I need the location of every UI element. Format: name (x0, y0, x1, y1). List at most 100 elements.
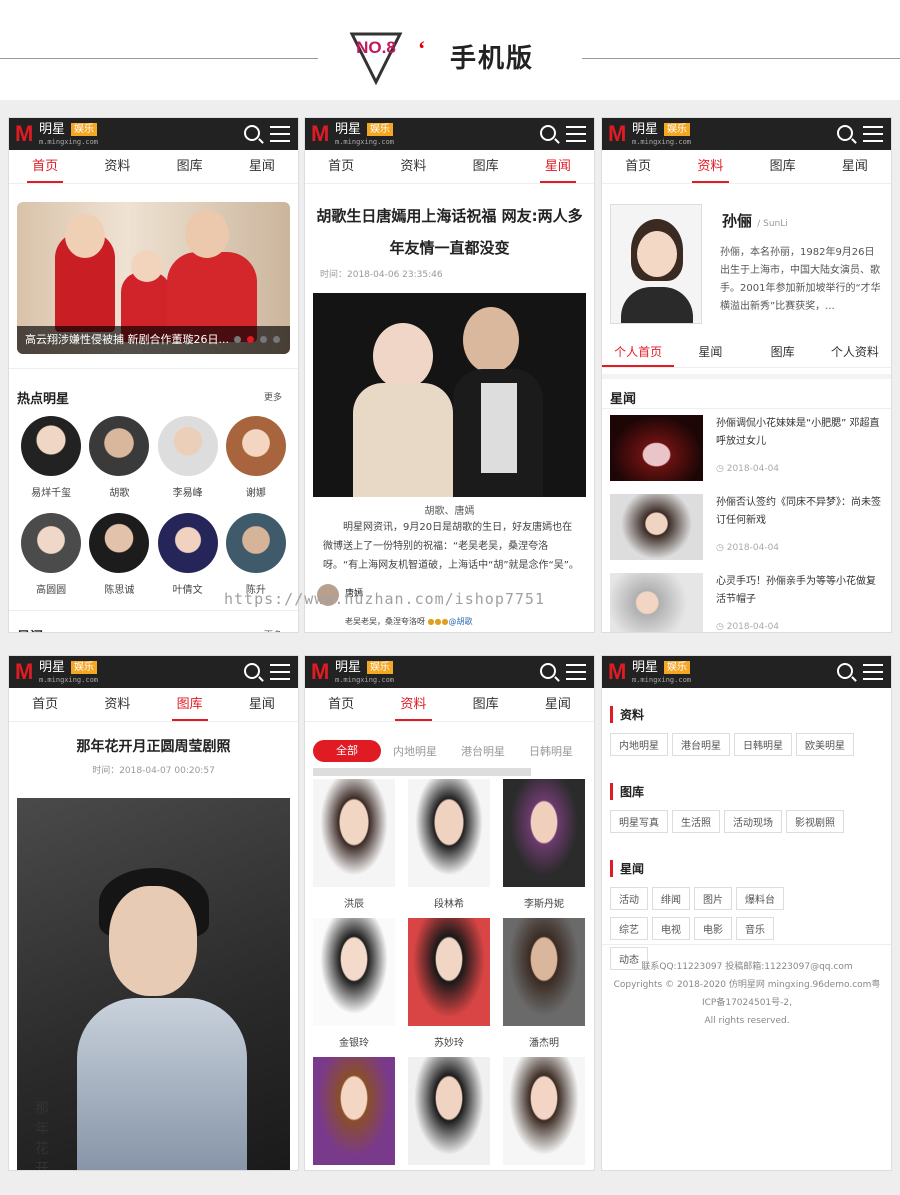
star-tile[interactable]: 金银玲 (313, 918, 395, 1049)
filter-mainland[interactable]: 内地明星 (381, 743, 449, 759)
nav-profile[interactable]: 资料 (81, 688, 153, 721)
news-title[interactable]: 孙俪否认签约《同床不异梦》：尚未签订任何新戏 (716, 494, 882, 530)
menu-icon[interactable] (270, 664, 290, 680)
star-grid: 洪辰 段林希 李斯丹妮 金银玲 苏妙玲 潘杰明 (313, 779, 586, 1170)
menu-tag[interactable]: 内地明星 (610, 733, 668, 756)
nav-profile[interactable]: 资料 (377, 150, 449, 183)
menu-tag[interactable]: 欧美明星 (796, 733, 854, 756)
menu-icon[interactable] (863, 126, 883, 142)
news-title[interactable]: 孙俪调侃小花妹妹是“小肥腮” 邓超直呼放过女儿 (716, 415, 882, 451)
star-tile[interactable]: 洪辰 (313, 779, 395, 910)
logo-icon[interactable]: M (15, 661, 33, 683)
nav-gallery[interactable]: 图库 (747, 150, 819, 183)
filter-scrollbar[interactable] (313, 768, 531, 776)
search-icon[interactable] (244, 125, 260, 141)
nav-home[interactable]: 首页 (9, 150, 81, 183)
star-tile[interactable]: 潘杰明 (503, 918, 585, 1049)
star-tile[interactable]: 段林希 (408, 779, 490, 910)
logo-icon[interactable]: M (15, 123, 33, 145)
menu-tag[interactable]: 爆料台 (736, 887, 784, 910)
nav-news[interactable]: 星闻 (522, 150, 594, 183)
phone-article: M 明星 娱乐 m.mingxing.com 首页 资料 图库 星闻 胡歌生日唐… (305, 118, 594, 632)
brand-url: m.mingxing.com (39, 676, 99, 684)
menu-icon[interactable] (566, 664, 586, 680)
slide-dots[interactable] (234, 336, 280, 343)
logo-icon[interactable]: M (608, 123, 626, 145)
nav-news[interactable]: 星闻 (522, 688, 594, 721)
star-tile[interactable]: 苏妙玲 (408, 918, 490, 1049)
menu-group-title: 图库 (610, 783, 885, 800)
star-card[interactable]: 陈升 (222, 513, 290, 596)
star-card[interactable]: 高圆圆 (17, 513, 85, 596)
logo-icon[interactable]: M (311, 123, 329, 145)
menu-tag[interactable]: 明星写真 (610, 810, 668, 833)
news-thumb[interactable] (610, 494, 703, 560)
nav-news[interactable]: 星闻 (226, 688, 298, 721)
phone-menu: M 明星 娱乐 m.mingxing.com 资料 内地明星 港台明星 日韩明星 欧美… (602, 656, 891, 1170)
hot-stars-more[interactable]: 更多 (264, 390, 282, 403)
profile-news-title: 星闻 (610, 392, 637, 407)
star-card[interactable]: 李易峰 (154, 416, 222, 499)
menu-tag[interactable]: 综艺 (610, 917, 648, 940)
nav-gallery[interactable]: 图库 (154, 150, 226, 183)
filter-hk-tw[interactable]: 港台明星 (449, 743, 517, 759)
search-icon[interactable] (837, 663, 853, 679)
brand-tag: 娱乐 (71, 661, 97, 674)
logo-icon[interactable]: M (311, 661, 329, 683)
nav-news[interactable]: 星闻 (226, 150, 298, 183)
menu-tag[interactable]: 活动 (610, 887, 648, 910)
nav-profile[interactable]: 资料 (674, 150, 746, 183)
nav-gallery[interactable]: 图库 (450, 150, 522, 183)
star-card[interactable]: 陈思诚 (85, 513, 153, 596)
news-thumb[interactable] (610, 415, 703, 481)
menu-tag[interactable]: 电影 (694, 917, 732, 940)
nav-home[interactable]: 首页 (9, 688, 81, 721)
menu-tag[interactable]: 港台明星 (672, 733, 730, 756)
tab-news[interactable]: 星闻 (674, 336, 746, 367)
nav-gallery[interactable]: 图库 (154, 688, 226, 721)
nav-news[interactable]: 星闻 (819, 150, 891, 183)
star-tile[interactable]: 李斯丹妮 (503, 779, 585, 910)
star-card[interactable]: 胡歌 (85, 416, 153, 499)
nav-profile[interactable]: 资料 (377, 688, 449, 721)
menu-icon[interactable] (863, 664, 883, 680)
next-section-more[interactable]: 更多 (264, 628, 282, 632)
star-tile[interactable] (408, 1057, 490, 1170)
search-icon[interactable] (540, 663, 556, 679)
star-card[interactable]: 叶倩文 (154, 513, 222, 596)
nav-home[interactable]: 首页 (305, 150, 377, 183)
menu-icon[interactable] (270, 126, 290, 142)
menu-tag[interactable]: 绯闻 (652, 887, 690, 910)
star-tile[interactable] (503, 1057, 585, 1170)
nav-home[interactable]: 首页 (305, 688, 377, 721)
menu-tag[interactable]: 日韩明星 (734, 733, 792, 756)
tab-info[interactable]: 个人资料 (819, 336, 891, 367)
search-icon[interactable] (540, 125, 556, 141)
news-thumb[interactable] (610, 573, 703, 632)
menu-tag[interactable]: 图片 (694, 887, 732, 910)
hero-slide[interactable]: 高云翔涉嫌性侵被捕 新剧合作董璇26日... (17, 202, 290, 354)
tab-gallery[interactable]: 图库 (747, 336, 819, 367)
nav-gallery[interactable]: 图库 (450, 688, 522, 721)
filter-jp-kr[interactable]: 日韩明星 (517, 743, 585, 759)
menu-tag[interactable]: 影视剧照 (786, 810, 844, 833)
menu-tag[interactable]: 生活照 (672, 810, 720, 833)
menu-icon[interactable] (566, 126, 586, 142)
menu-tag[interactable]: 音乐 (736, 917, 774, 940)
star-tile[interactable] (313, 1057, 395, 1170)
nav-profile[interactable]: 资料 (81, 150, 153, 183)
star-card[interactable]: 谢娜 (222, 416, 290, 499)
gallery-photo[interactable]: 那年花开月正圆 (17, 798, 290, 1170)
nav-home[interactable]: 首页 (602, 150, 674, 183)
logo-icon[interactable]: M (608, 661, 626, 683)
star-card[interactable]: 易烊千玺 (17, 416, 85, 499)
search-icon[interactable] (837, 125, 853, 141)
menu-tag[interactable]: 电视 (652, 917, 690, 940)
news-title[interactable]: 心灵手巧！孙俪亲手为等等小花做复活节帽子 (716, 573, 882, 609)
menu-tag[interactable]: 活动现场 (724, 810, 782, 833)
search-icon[interactable] (244, 663, 260, 679)
star-portrait (610, 204, 702, 324)
filter-all[interactable]: 全部 (313, 740, 381, 762)
tab-personal-home[interactable]: 个人首页 (602, 336, 675, 367)
menu-group-title: 资料 (610, 706, 885, 723)
